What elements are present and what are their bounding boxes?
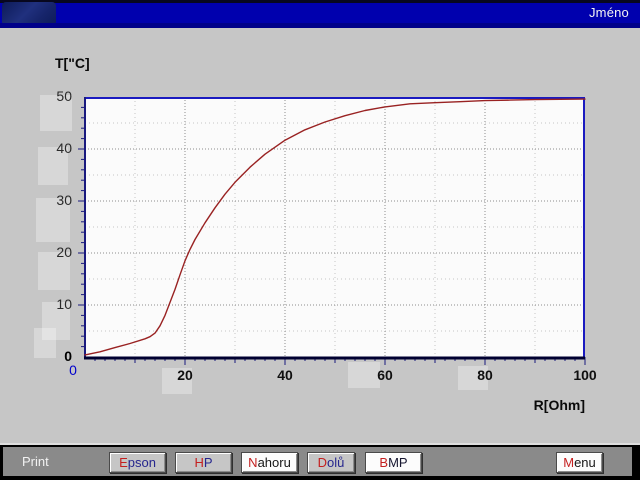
nahoru-button[interactable]: Nahoru [241,452,298,473]
button-label: enu [574,455,596,470]
button-hotkey-letter: E [119,455,128,470]
menu-button[interactable]: Menu [556,452,603,473]
button-hotkey-letter: D [318,455,327,470]
bmp-button[interactable]: BMP [365,452,422,473]
titlebar-top-edge [0,0,640,3]
button-hotkey-letter: M [563,455,574,470]
screen-ghost-artifact [34,328,56,358]
window-title: Jméno [589,0,629,23]
bottom-bar-frame: Print EpsonHPNahoruDolůBMPMenu [0,445,640,480]
bottom-bar: Print EpsonHPNahoruDolůBMPMenu [0,443,640,480]
plot-canvas [70,97,595,372]
x-tick-label: 60 [377,367,393,383]
title-bar: Jméno [0,0,640,28]
button-label: pson [128,455,156,470]
button-label: MP [388,455,408,470]
print-label: Print [22,454,49,469]
y-tick-label: 40 [56,140,72,156]
y-tick-label: 10 [56,296,72,312]
x-tick-label: 80 [477,367,493,383]
x-tick-label: 20 [177,367,193,383]
button-hotkey-letter: N [248,455,257,470]
y-tick-label: 50 [56,88,72,104]
y-tick-label: 30 [56,192,72,208]
epson-button[interactable]: Epson [109,452,166,473]
chart-area: T["C] 01020304050020406080100 R[Ohm] [0,28,640,443]
button-hotkey-letter: B [379,455,388,470]
button-hotkey-letter: H [194,455,203,470]
y-axis-title: T["C] [55,55,90,71]
hp-button[interactable]: HP [175,452,232,473]
dol-button[interactable]: Dolů [307,452,355,473]
y-tick-label: 20 [56,244,72,260]
x-axis-title: R[Ohm] [534,397,585,413]
x-tick-label: 0 [69,362,77,378]
app-screen: Jméno T["C] 01020304050020406080100 R[Oh… [0,0,640,480]
bottom-bar-inner: Print EpsonHPNahoruDolůBMPMenu [3,447,632,476]
button-label: ahoru [258,455,291,470]
button-label: olů [327,455,344,470]
button-label: P [204,455,213,470]
x-tick-label: 40 [277,367,293,383]
x-tick-label: 100 [573,367,596,383]
